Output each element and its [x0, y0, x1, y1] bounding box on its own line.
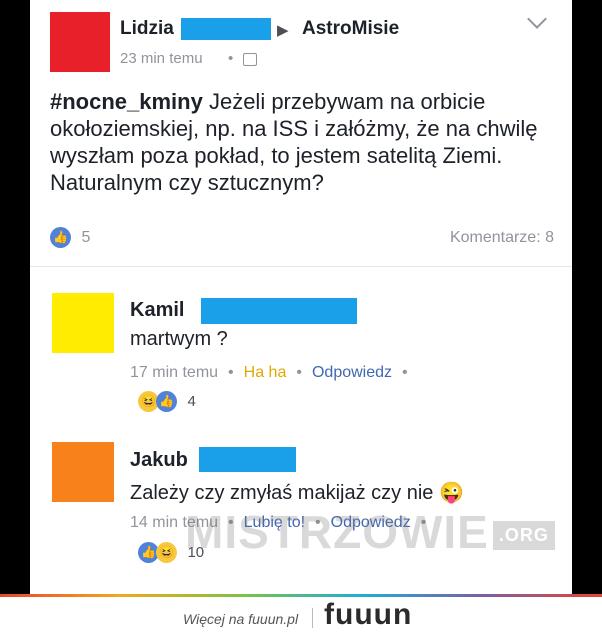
comment-reactions[interactable]: 😆 👍 4 [138, 391, 196, 412]
footer-divider [312, 608, 313, 628]
fuuun-logo[interactable]: fuuun [324, 598, 412, 632]
comment-author-name[interactable]: Jakub [130, 449, 188, 472]
watermark: MISTRZOWIE .ORG [185, 505, 555, 559]
reply-button[interactable]: Odpowiedz [312, 364, 392, 381]
divider [30, 266, 572, 267]
footer-stripe [0, 594, 602, 597]
comment-actions: 17 min temu • Ha ha • Odpowiedz • [130, 364, 408, 381]
haha-icon: 😆 [156, 542, 177, 563]
post-reactions[interactable]: 👍 5 [50, 227, 90, 248]
footer-text[interactable]: Więcej na fuuun.pl [183, 611, 298, 627]
redacted-surname [181, 18, 271, 40]
comments-count[interactable]: Komentarze: 8 [450, 229, 554, 247]
comment-text: martwym ? [130, 328, 228, 350]
comment-timestamp[interactable]: 17 min temu [130, 364, 218, 381]
comment-body: Zależy czy zmyłaś makijaż czy nie [130, 482, 434, 504]
comment-avatar[interactable] [52, 442, 114, 502]
reaction-count: 4 [187, 393, 196, 410]
comment-avatar[interactable] [52, 293, 114, 353]
like-icon: 👍 [50, 227, 71, 248]
post-hashtag[interactable]: #nocne_kminy [50, 89, 203, 114]
like-icon: 👍 [156, 391, 177, 412]
arrow-icon: ▶ [277, 22, 289, 39]
meta-separator: • [228, 50, 234, 67]
footer: Więcej na fuuun.pl fuuun [0, 594, 602, 639]
author-name[interactable]: Lidzia [120, 18, 174, 40]
tongue-wink-emoji: 😜 [438, 482, 464, 504]
group-name[interactable]: AstroMisie [302, 18, 399, 40]
author-avatar[interactable] [50, 12, 110, 72]
comment-author-name[interactable]: Kamil [130, 299, 184, 322]
watermark-suffix: .ORG [492, 521, 555, 551]
redacted-surname [201, 298, 357, 324]
comment-text: Zależy czy zmyłaś makijaż czy nie 😜 [130, 480, 464, 505]
watermark-text: MISTRZOWIE [185, 506, 489, 558]
like-count: 5 [81, 228, 91, 246]
post-text: #nocne_kminy Jeżeli przebywam na orbicie… [50, 88, 560, 196]
redacted-surname [199, 447, 296, 472]
haha-reaction-button[interactable]: Ha ha [244, 364, 287, 381]
post-options-chevron-icon[interactable] [527, 9, 547, 29]
group-icon [243, 53, 257, 66]
post-timestamp[interactable]: 23 min temu [120, 50, 203, 67]
